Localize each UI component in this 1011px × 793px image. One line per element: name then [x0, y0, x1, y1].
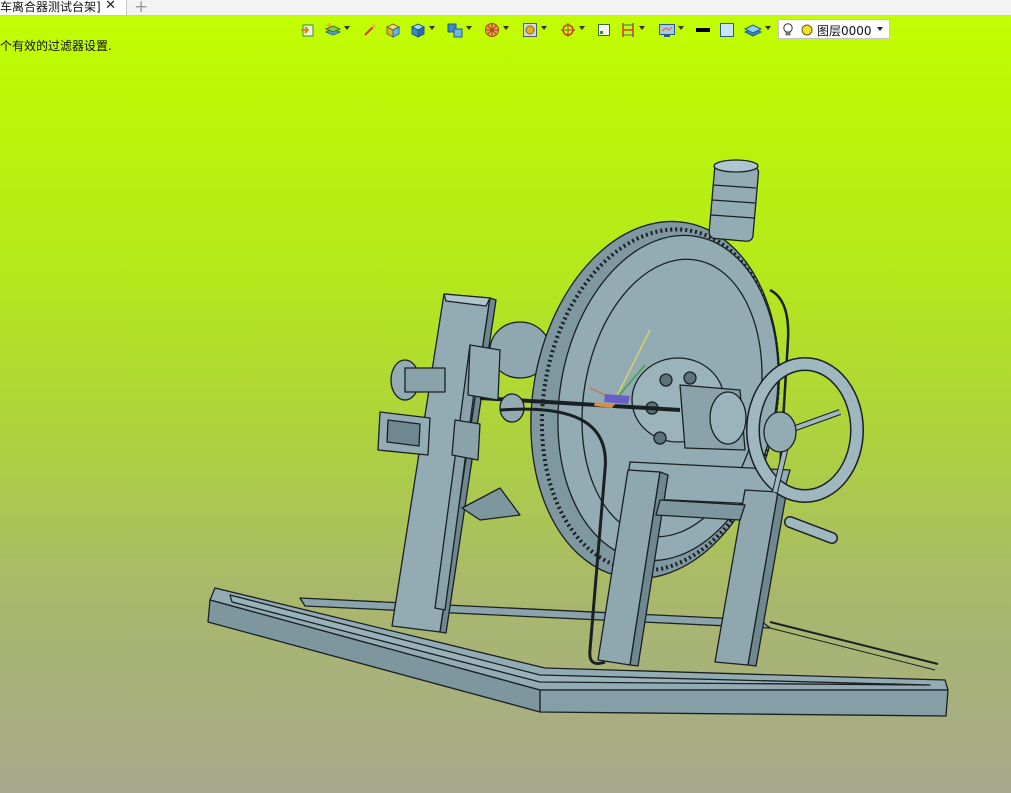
display-settings-icon	[659, 24, 675, 37]
line-color-icon	[696, 28, 710, 32]
document-tab[interactable]: 车离合器测试台架] ✕	[0, 0, 127, 15]
brush-icon	[364, 24, 376, 36]
multi-cube-icon	[447, 23, 463, 38]
multi-view-button[interactable]	[447, 21, 473, 39]
render-mode-button[interactable]	[522, 21, 548, 39]
layer-color-dot-icon[interactable]	[801, 24, 813, 36]
shaded-solid-button[interactable]	[385, 21, 403, 39]
document-tab-bar: 车离合器测试台架] ✕ +	[0, 0, 1011, 17]
base-crossbar	[299, 597, 771, 629]
brush-button[interactable]	[362, 21, 378, 39]
fill-color-button[interactable]	[719, 21, 737, 39]
render-mode-icon	[523, 23, 537, 37]
line-color-button[interactable]	[695, 21, 711, 39]
document-tab-title: 车离合器测试台架]	[0, 0, 101, 14]
layer-manager-button[interactable]	[324, 21, 350, 39]
snap-target-icon	[561, 23, 575, 37]
base-frame-right	[539, 689, 949, 717]
layer-stack-icon	[744, 24, 762, 37]
display-settings-button[interactable]	[658, 21, 684, 39]
filter-status-message: 个有效的过滤器设置.	[0, 39, 112, 53]
color-wheel-button[interactable]	[484, 21, 510, 39]
chevron-down-icon[interactable]	[877, 27, 883, 31]
color-wheel-icon	[485, 23, 499, 37]
clutch-test-bench-model[interactable]	[0, 0, 1011, 793]
cube-blue-icon	[410, 23, 426, 38]
3d-viewport[interactable]: 车离合器测试台架] ✕ + 个有效的过滤器设置. 图层0000	[0, 0, 1011, 793]
fill-color-icon	[720, 23, 734, 37]
layer-stack-button[interactable]	[744, 21, 772, 39]
select-box-icon	[598, 24, 610, 36]
lightbulb-icon[interactable]	[783, 23, 793, 36]
layer-select[interactable]: 图层0000	[778, 19, 890, 39]
layer-select-value: 图层0000	[817, 24, 872, 38]
support-rod	[769, 621, 939, 665]
close-tab-icon[interactable]: ✕	[105, 0, 116, 13]
import-button[interactable]	[300, 21, 318, 39]
snap-target-button[interactable]	[560, 21, 586, 39]
dimension-icon	[622, 23, 634, 37]
import-icon	[301, 24, 314, 37]
select-box-button[interactable]	[596, 21, 612, 39]
new-tab-icon[interactable]: +	[134, 0, 148, 17]
solid-view-button[interactable]	[410, 21, 436, 39]
layer-manager-icon	[324, 23, 342, 36]
view-toolbar: 图层0000	[296, 19, 896, 41]
dimension-button[interactable]	[620, 21, 646, 39]
cube-yellow-icon	[385, 23, 401, 38]
lower-pedal	[461, 487, 521, 521]
